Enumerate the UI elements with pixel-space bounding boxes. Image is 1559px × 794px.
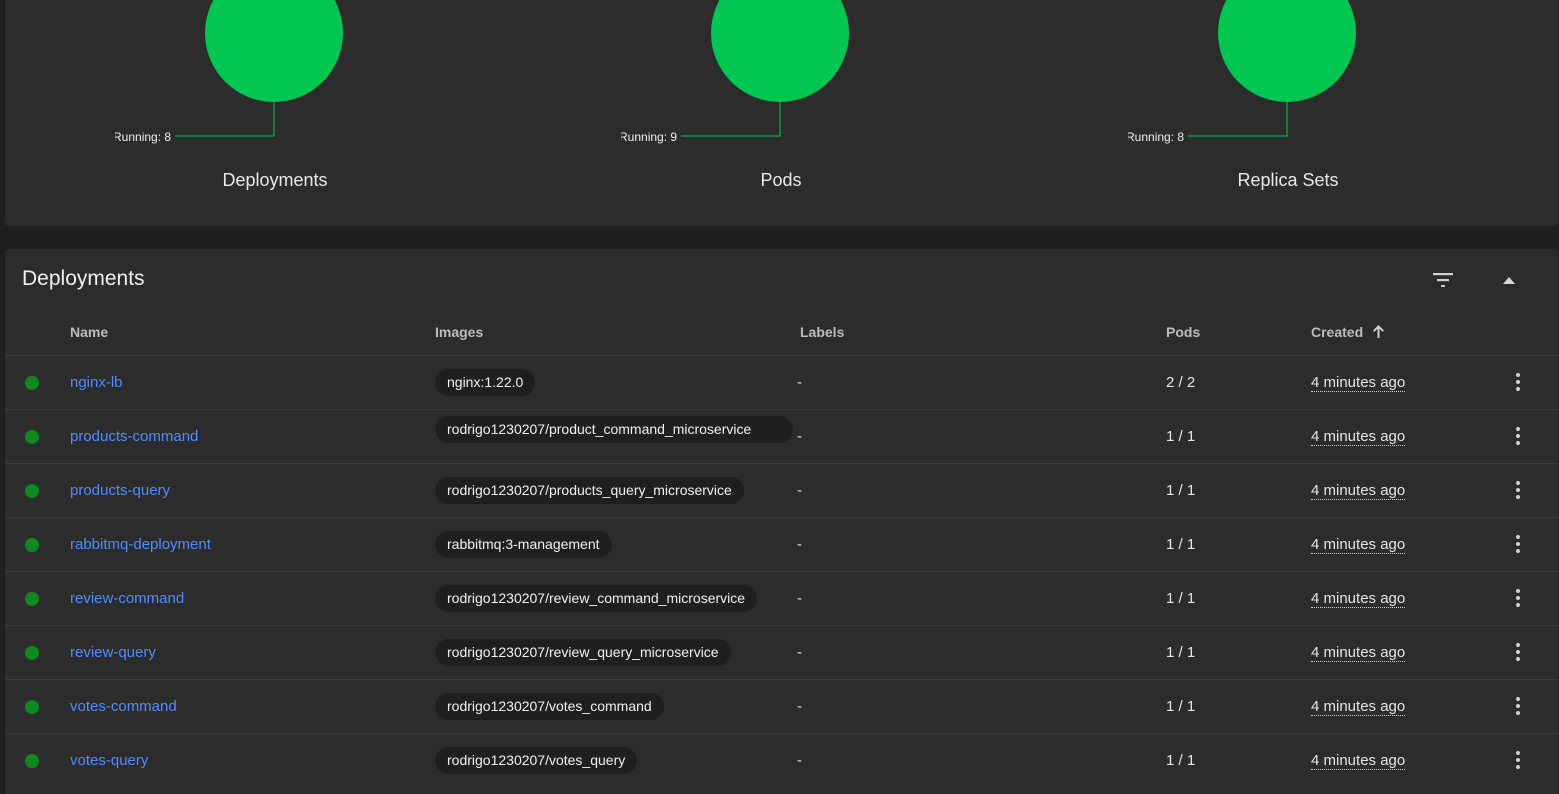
table-row: votes-query rodrigo1230207/votes_query -…	[5, 733, 1558, 787]
more-vert-icon[interactable]	[1505, 585, 1531, 611]
created-cell: 4 minutes ago	[1311, 482, 1406, 500]
deployment-name-link[interactable]: rabbitmq-deployment	[70, 536, 211, 553]
deployment-name-link[interactable]: votes-command	[70, 698, 177, 715]
column-header-pods: Pods	[1166, 324, 1201, 340]
column-header-images: Images	[435, 324, 484, 340]
running-status-icon	[25, 484, 39, 498]
pods-pie: Running: 9	[621, 0, 849, 144]
more-vert-icon[interactable]	[1505, 747, 1531, 773]
labels-cell: -	[797, 536, 802, 553]
running-slice[interactable]	[1218, 0, 1356, 102]
replica-sets-pie: Running: 8	[1128, 0, 1356, 144]
replica-sets-status-chart: Running: 8 Replica Sets	[1128, 0, 1448, 226]
running-leader-line	[175, 102, 275, 137]
image-chip: rodrigo1230207/votes_command	[435, 693, 664, 720]
image-chip: rodrigo1230207/review_command_microservi…	[435, 585, 758, 612]
created-cell: 4 minutes ago	[1311, 536, 1406, 554]
deployment-name-link[interactable]: products-command	[70, 428, 198, 445]
created-cell: 4 minutes ago	[1311, 752, 1406, 770]
image-chip: rodrigo1230207/review_query_microservice	[435, 639, 731, 666]
table-row: review-query rodrigo1230207/review_query…	[5, 625, 1558, 679]
running-label: Running: 9	[621, 130, 677, 144]
deployment-name-link[interactable]: votes-query	[70, 752, 148, 769]
more-vert-icon[interactable]	[1505, 693, 1531, 719]
image-chip: rodrigo1230207/product_command_microserv…	[435, 416, 793, 443]
column-header-labels: Labels	[800, 324, 845, 340]
more-vert-icon[interactable]	[1505, 531, 1531, 557]
pods-cell: 1 / 1	[1166, 482, 1196, 499]
chart-title: Deployments	[222, 170, 328, 190]
running-label: Running: 8	[115, 130, 171, 144]
image-chip: nginx:1.22.0	[435, 369, 536, 396]
table-row: votes-command rodrigo1230207/votes_comma…	[5, 679, 1558, 733]
deployments-table-body: nginx-lb nginx:1.22.0 - 2 / 2 4 minutes …	[5, 355, 1558, 787]
deployments-card: Deployments Name Images Labels Pods Crea…	[5, 249, 1558, 794]
deployment-name-link[interactable]: review-command	[70, 590, 184, 607]
more-vert-icon[interactable]	[1505, 423, 1531, 449]
more-vert-icon[interactable]	[1505, 477, 1531, 503]
running-status-icon	[25, 592, 39, 606]
image-chip: rabbitmq:3-management	[435, 531, 612, 558]
collapse-up-icon[interactable]	[1496, 267, 1522, 293]
chart-title: Pods	[760, 170, 802, 190]
deployments-card-header: Deployments	[5, 249, 1558, 311]
running-leader-line	[1188, 102, 1288, 137]
pods-cell: 1 / 1	[1166, 644, 1196, 661]
created-cell: 4 minutes ago	[1311, 590, 1406, 608]
labels-cell: -	[797, 698, 802, 715]
table-row: nginx-lb nginx:1.22.0 - 2 / 2 4 minutes …	[5, 355, 1558, 409]
deployments-status-chart: Running: 8 Deployments	[115, 0, 435, 226]
table-row: products-command rodrigo1230207/product_…	[5, 409, 1558, 463]
labels-cell: -	[797, 752, 802, 769]
more-vert-icon[interactable]	[1505, 639, 1531, 665]
table-row: rabbitmq-deployment rabbitmq:3-managemen…	[5, 517, 1558, 571]
running-status-icon	[25, 538, 39, 552]
workload-status-card: Running: 8 Deployments Running: 9 Pods R…	[5, 0, 1558, 226]
running-status-icon	[25, 754, 39, 768]
sort-ascending-icon	[1373, 325, 1385, 341]
created-cell: 4 minutes ago	[1311, 644, 1406, 662]
table-row: review-command rodrigo1230207/review_com…	[5, 571, 1558, 625]
pods-cell: 1 / 1	[1166, 752, 1196, 769]
labels-cell: -	[797, 590, 802, 607]
deployment-name-link[interactable]: review-query	[70, 644, 156, 661]
running-status-icon	[25, 646, 39, 660]
running-status-icon	[25, 376, 39, 390]
labels-cell: -	[797, 428, 802, 445]
card-title: Deployments	[22, 267, 145, 290]
pods-cell: 1 / 1	[1166, 536, 1196, 553]
chart-title: Replica Sets	[1237, 170, 1339, 190]
image-chip: rodrigo1230207/votes_query	[435, 747, 638, 774]
labels-cell: -	[797, 374, 802, 391]
running-slice[interactable]	[205, 0, 343, 102]
labels-cell: -	[797, 482, 802, 499]
filter-icon[interactable]	[1430, 267, 1456, 293]
deployments-pie: Running: 8	[115, 0, 343, 144]
pods-cell: 2 / 2	[1166, 374, 1196, 391]
pods-status-chart: Running: 9 Pods	[621, 0, 941, 226]
running-label: Running: 8	[1128, 130, 1184, 144]
more-vert-icon[interactable]	[1505, 369, 1531, 395]
table-row: products-query rodrigo1230207/products_q…	[5, 463, 1558, 517]
created-cell: 4 minutes ago	[1311, 374, 1406, 392]
created-cell: 4 minutes ago	[1311, 428, 1406, 446]
column-header-created[interactable]: Created	[1311, 324, 1385, 341]
deployment-name-link[interactable]: nginx-lb	[70, 374, 123, 391]
created-cell: 4 minutes ago	[1311, 698, 1406, 716]
pods-cell: 1 / 1	[1166, 698, 1196, 715]
pods-cell: 1 / 1	[1166, 590, 1196, 607]
pods-cell: 1 / 1	[1166, 428, 1196, 445]
running-status-icon	[25, 430, 39, 444]
labels-cell: -	[797, 644, 802, 661]
running-status-icon	[25, 700, 39, 714]
column-header-name[interactable]: Name	[70, 324, 108, 340]
column-header-created-label: Created	[1311, 324, 1364, 340]
running-slice[interactable]	[711, 0, 849, 102]
deployment-name-link[interactable]: products-query	[70, 482, 170, 499]
image-chip: rodrigo1230207/products_query_microservi…	[435, 477, 744, 504]
running-leader-line	[681, 102, 781, 137]
